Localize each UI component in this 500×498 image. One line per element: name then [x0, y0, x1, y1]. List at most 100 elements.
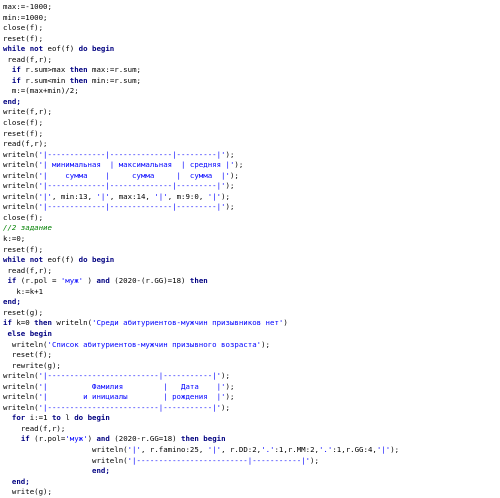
code-line[interactable]: if k=0 then writeln('Среди абитуриентов-…: [3, 318, 500, 329]
code-token: read(f,r);: [7, 54, 52, 64]
code-token: );: [390, 444, 400, 454]
code-token: reset(f);: [11, 350, 52, 360]
code-comment: //2 задание: [3, 223, 52, 233]
code-line[interactable]: writeln('| и инициалы | рождения |');: [3, 392, 500, 403]
code-line[interactable]: writeln('|-------------|--------------|-…: [3, 181, 500, 192]
code-keyword: else begin: [7, 328, 52, 338]
code-token: , min:13,: [51, 191, 97, 201]
code-token: );: [229, 170, 239, 180]
code-line[interactable]: writeln('|-------------------------|----…: [3, 456, 500, 467]
code-line[interactable]: if r.sum<min then min:=r.sum;: [3, 76, 500, 87]
code-token: ): [83, 276, 97, 286]
code-line[interactable]: end;: [3, 297, 500, 308]
code-line[interactable]: k:=k+1: [3, 287, 500, 298]
code-token: min:=1000;: [3, 12, 48, 22]
code-line[interactable]: write(f,r);: [3, 107, 500, 118]
code-string: '|': [127, 444, 141, 454]
code-line[interactable]: close(f);: [3, 23, 500, 34]
code-line[interactable]: writeln('| сумма | сумма | сумма |');: [3, 171, 500, 182]
code-token: );: [234, 160, 244, 170]
code-line[interactable]: read(f,r);: [3, 55, 500, 66]
code-line[interactable]: reset(f);: [3, 129, 500, 140]
code-token: );: [225, 392, 235, 402]
code-line[interactable]: end;: [3, 466, 500, 477]
code-line[interactable]: while not eof(f) do begin: [3, 44, 500, 55]
code-line[interactable]: close(f);: [3, 118, 500, 129]
code-keyword: if: [20, 434, 30, 444]
code-string: '|-------------------------|-----------|…: [38, 371, 222, 381]
code-token: eof(f): [43, 255, 79, 265]
code-line[interactable]: read(f,r);: [3, 266, 500, 277]
code-token: (r.pol =: [16, 276, 61, 286]
code-line[interactable]: if r.sum>max then max:=r.sum;: [3, 65, 500, 76]
code-keyword: do begin: [78, 44, 115, 54]
code-keyword: then: [69, 75, 88, 85]
code-line[interactable]: writeln('|', r.famino:25, '|', r.DD:2,'.…: [3, 445, 500, 456]
code-token: l: [60, 413, 75, 423]
code-token: );: [310, 455, 319, 465]
code-line[interactable]: end;: [3, 97, 500, 108]
code-line[interactable]: read(f,r);: [3, 424, 500, 435]
code-token: , r.DD:2,: [221, 444, 262, 454]
code-line[interactable]: writeln('|', min:13, '|', max:14, '|', m…: [3, 192, 500, 203]
code-line[interactable]: read(f,r);: [3, 139, 500, 150]
code-string: '|-------------|--------------|---------…: [38, 181, 226, 191]
code-editor[interactable]: max:=-1000; min:=1000; close(f); reset(f); w…: [0, 0, 500, 496]
code-line[interactable]: rewrite(g);: [3, 361, 500, 372]
code-token: , r.famino:25,: [140, 444, 208, 454]
code-line[interactable]: else begin: [3, 329, 500, 340]
code-token: writeln(: [3, 381, 39, 391]
code-string: 'муж': [65, 434, 88, 444]
code-keyword: end;: [11, 476, 30, 486]
code-line[interactable]: for i:=1 to l do begin: [3, 413, 500, 424]
code-line[interactable]: k:=0;: [3, 234, 500, 245]
code-token: close(f);: [3, 212, 44, 222]
code-line[interactable]: m:=(max+min)/2;: [3, 86, 500, 97]
code-line[interactable]: max:=-1000;: [3, 2, 500, 13]
code-line[interactable]: end;: [3, 477, 500, 488]
code-token: reset(g);: [3, 307, 44, 317]
code-line[interactable]: //2 задание: [3, 223, 500, 234]
code-line[interactable]: min:=1000;: [3, 13, 500, 24]
code-string: '|': [376, 444, 391, 454]
code-token: writeln(: [51, 318, 93, 328]
code-keyword: for: [11, 413, 26, 423]
code-keyword: end;: [92, 466, 110, 476]
code-string: '|': [154, 191, 168, 201]
code-string: '|': [38, 191, 52, 201]
code-line[interactable]: write(g);: [3, 487, 500, 498]
code-line[interactable]: reset(f);: [3, 245, 500, 256]
code-token: reset(f);: [3, 33, 44, 43]
code-token: ): [283, 318, 288, 328]
code-line[interactable]: if (r.pol='муж') and (2020-r.GG=18) then…: [3, 434, 500, 445]
code-token: k=0: [11, 318, 35, 328]
code-line[interactable]: reset(g);: [3, 308, 500, 319]
code-line[interactable]: writeln('Список абитуриентов-мужчин приз…: [3, 340, 500, 351]
code-line[interactable]: close(f);: [3, 213, 500, 224]
code-line[interactable]: writeln('|-------------|--------------|-…: [3, 202, 500, 213]
code-line[interactable]: writeln('| Фамилия | Дата |');: [3, 382, 500, 393]
code-token: );: [225, 181, 235, 191]
code-line[interactable]: reset(f);: [3, 350, 500, 361]
code-line[interactable]: writeln('| минимальная | максимальная | …: [3, 160, 500, 171]
code-line[interactable]: writeln('|-------------------------|----…: [3, 371, 500, 382]
code-line[interactable]: writeln('|-------------------------|----…: [3, 403, 500, 414]
code-line[interactable]: while not eof(f) do begin: [3, 255, 500, 266]
code-token: writeln(: [3, 402, 39, 412]
code-token: :1,r.MM:2,: [274, 444, 319, 454]
code-token: k:=0;: [3, 234, 26, 244]
code-line[interactable]: reset(f);: [3, 34, 500, 45]
code-string: 'Список абитуриентов-мужчин призывного в…: [47, 339, 262, 349]
code-line[interactable]: if (r.pol = 'муж' ) and (2020-(r.GG)=18)…: [3, 276, 500, 287]
code-line[interactable]: writeln('|-------------|--------------|-…: [3, 150, 500, 161]
code-keyword: then begin: [181, 434, 226, 444]
code-token: , max:14,: [109, 191, 155, 201]
